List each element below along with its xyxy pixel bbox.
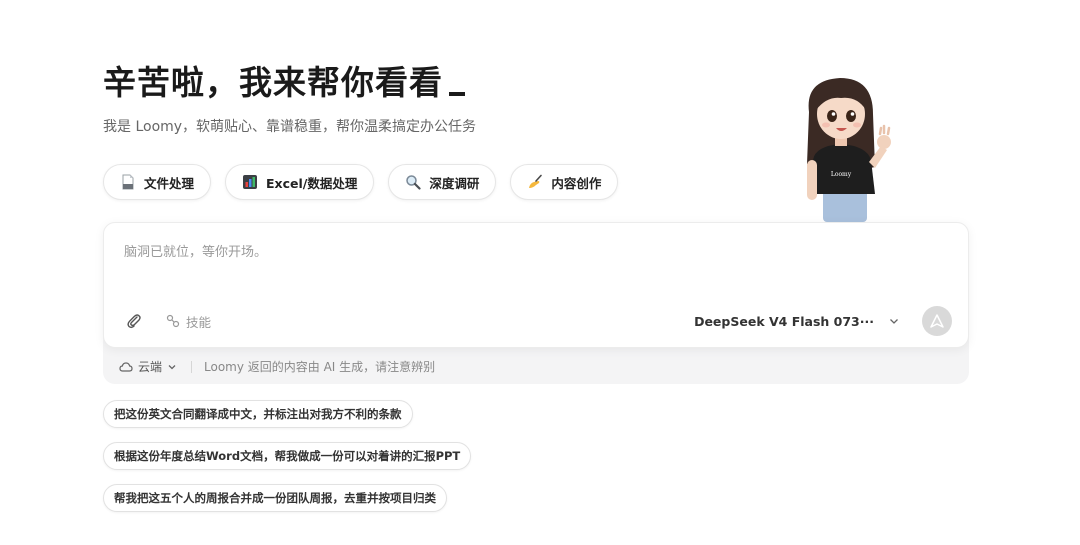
model-selector[interactable]: DeepSeek V4 Flash 073··· — [694, 314, 874, 329]
skill-label: 技能 — [186, 314, 212, 330]
cloud-mode-selector[interactable]: 云端 — [119, 358, 177, 375]
mascot-illustration: Loomy — [807, 78, 891, 222]
chip-deep-research[interactable]: 深度调研 — [388, 164, 497, 200]
page-title: 辛苦啦，我来帮你看看 — [103, 56, 465, 104]
paperclip-icon[interactable] — [124, 311, 144, 331]
skill-icon — [166, 314, 180, 328]
suggestion-item[interactable]: 把这份英文合同翻译成中文，并标注出对我方不利的条款 — [103, 400, 413, 428]
magnifier-icon — [406, 175, 421, 190]
chip-label: 内容创作 — [551, 175, 602, 191]
quick-action-chips: 文件处理 Excel/数据处理 深度调研 内容创作 — [103, 164, 619, 200]
divider — [191, 360, 193, 373]
send-icon — [930, 314, 944, 328]
chat-input-card: 脑洞已就位，等你开场。 技能 DeepSeek V4 Flash 073··· — [103, 222, 969, 348]
document-icon — [122, 174, 134, 190]
mascot-shirt-text: Loomy — [831, 171, 852, 178]
writing-hand-icon — [529, 174, 543, 188]
typing-cursor — [449, 92, 465, 96]
chip-label: Excel/数据处理 — [266, 175, 358, 191]
chip-content-creation[interactable]: 内容创作 — [510, 164, 619, 200]
title-text: 辛苦啦，我来帮你看看 — [103, 63, 443, 102]
suggestion-list: 把这份英文合同翻译成中文，并标注出对我方不利的条款 根据这份年度总结Word文档… — [103, 400, 472, 512]
cloud-icon — [119, 361, 133, 372]
cloud-mode-label: 云端 — [138, 360, 163, 374]
input-toolbar: 技能 DeepSeek V4 Flash 073··· — [124, 306, 952, 336]
chip-label: 文件处理 — [144, 175, 195, 191]
skill-button[interactable]: 技能 — [166, 312, 211, 331]
chat-input-placeholder[interactable]: 脑洞已就位，等你开场。 — [124, 241, 267, 260]
chip-label: 深度调研 — [429, 175, 480, 191]
chip-file-processing[interactable]: 文件处理 — [103, 164, 212, 200]
chip-excel-data[interactable]: Excel/数据处理 — [225, 164, 375, 200]
bar-chart-icon — [243, 175, 258, 189]
ai-disclaimer: Loomy 返回的内容由 AI 生成，请注意辨别 — [204, 360, 436, 374]
send-button[interactable] — [922, 306, 952, 336]
chevron-down-icon — [168, 364, 176, 369]
chevron-down-icon[interactable] — [888, 315, 900, 327]
suggestion-item[interactable]: 帮我把这五个人的周报合并成一份团队周报，去重并按项目归类 — [103, 484, 447, 512]
page-subtitle: 我是 Loomy，软萌贴心、靠谱稳重，帮你温柔搞定办公任务 — [103, 119, 477, 135]
suggestion-item[interactable]: 根据这份年度总结Word文档，帮我做成一份可以对着讲的汇报PPT — [103, 442, 472, 470]
